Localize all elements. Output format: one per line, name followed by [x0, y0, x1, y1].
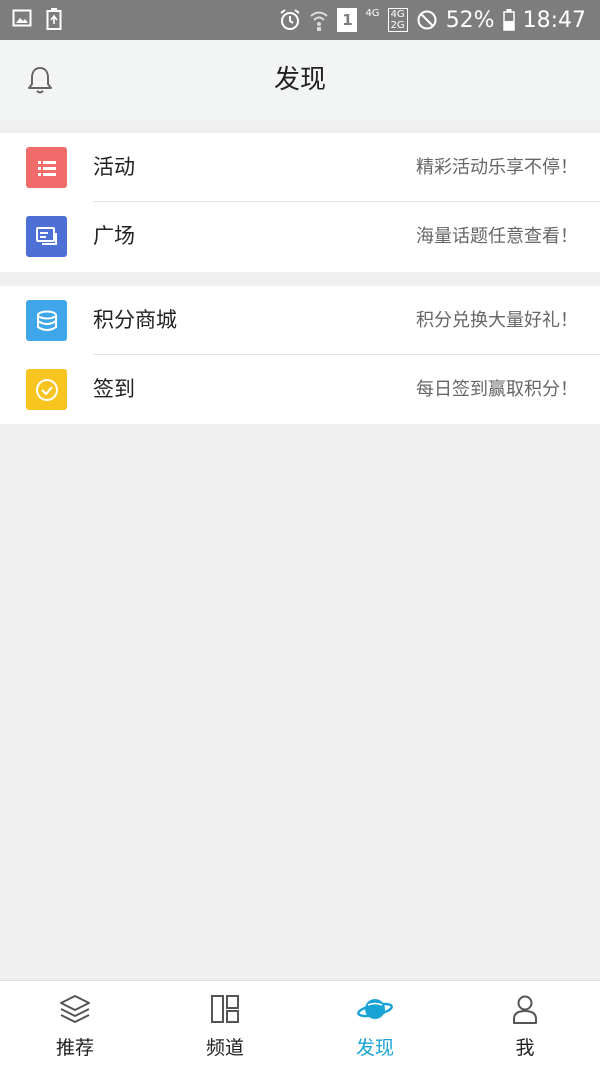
- network-stack: 4G 2G: [387, 8, 408, 32]
- planet-icon: [357, 999, 393, 1019]
- menu-item-desc: 精彩活动乐享不停！: [416, 157, 578, 178]
- sim-slot-badge: 1: [337, 8, 358, 32]
- menu-item-label: 积分商城: [93, 308, 177, 332]
- tab-me[interactable]: 我: [450, 981, 600, 1068]
- tab-recommend[interactable]: 推荐: [0, 981, 150, 1068]
- tab-label: 我: [515, 1037, 535, 1059]
- list-icon: [37, 160, 56, 176]
- network-type-label: 4G: [365, 8, 380, 19]
- menu-item-activity[interactable]: 活动 精彩活动乐享不停！: [0, 133, 600, 202]
- alarm-icon: [280, 9, 301, 30]
- points-mall-icon-box: [26, 300, 67, 341]
- network-2g-label: 2G: [390, 20, 405, 31]
- do-not-disturb-icon: [417, 10, 437, 30]
- network-4g-label: 4G: [390, 9, 405, 20]
- page-header: 发现: [0, 40, 600, 120]
- tab-label: 推荐: [55, 1037, 94, 1059]
- person-icon: [513, 995, 537, 1024]
- bell-icon[interactable]: [24, 64, 56, 96]
- menu-item-points-mall[interactable]: 积分商城 积分兑换大量好礼！: [0, 286, 600, 355]
- checkin-icon-box: [26, 369, 67, 410]
- battery-saver-icon: [46, 8, 62, 30]
- page-title: 发现: [273, 65, 326, 95]
- battery-icon: [502, 9, 515, 31]
- menu-item-desc: 积分兑换大量好礼！: [416, 310, 578, 331]
- tab-label: 频道: [205, 1037, 244, 1059]
- menu-item-desc: 每日签到赢取积分！: [416, 379, 578, 400]
- menu-item-label: 活动: [93, 155, 135, 179]
- activity-icon-box: [26, 147, 67, 188]
- chat-icon: [35, 226, 57, 245]
- clock: 18:47: [522, 7, 586, 33]
- grid-icon: [211, 995, 239, 1023]
- menu-item-desc: 海量话题任意查看！: [416, 226, 578, 247]
- gallery-icon: [12, 9, 32, 27]
- tab-label: 发现: [355, 1037, 394, 1059]
- status-bar: 1 4G 4G 2G 52% 18:47: [0, 0, 600, 40]
- battery-percent: 52%: [445, 7, 495, 33]
- tab-discover[interactable]: 发现: [300, 981, 450, 1068]
- menu-item-label: 签到: [93, 377, 135, 401]
- menu-group-1: 活动 精彩活动乐享不停！ 广场 海量话题任意查看！: [0, 133, 600, 272]
- bottom-tab-bar: 推荐 频道 发现 我: [0, 980, 600, 1068]
- plaza-icon-box: [26, 216, 67, 257]
- menu-item-label: 广场: [93, 224, 135, 248]
- coins-icon: [36, 310, 57, 331]
- menu-group-2: 积分商城 积分兑换大量好礼！ 签到 每日签到赢取积分！: [0, 286, 600, 424]
- menu-item-plaza[interactable]: 广场 海量话题任意查看！: [0, 202, 600, 271]
- tab-channel[interactable]: 频道: [150, 981, 300, 1068]
- check-circle-icon: [35, 378, 58, 401]
- wifi-calling-icon: [310, 11, 329, 31]
- menu-item-checkin[interactable]: 签到 每日签到赢取积分！: [0, 355, 600, 424]
- layers-icon: [60, 995, 90, 1023]
